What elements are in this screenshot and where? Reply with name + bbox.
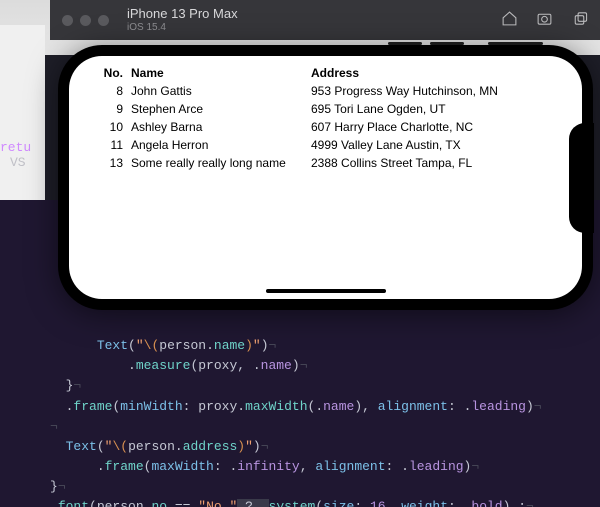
device-name: iPhone 13 Pro Max: [127, 7, 238, 21]
cell-no: 9: [93, 102, 131, 116]
home-indicator[interactable]: [266, 289, 386, 293]
cell-address: 607 Harry Place Charlotte, NC: [311, 120, 558, 134]
cell-address: 953 Progress Way Hutchinson, MN: [311, 84, 558, 98]
cell-no: 13: [93, 156, 131, 170]
home-icon[interactable]: [501, 10, 518, 30]
device-os: iOS 15.4: [127, 22, 238, 33]
cell-name: Ashley Barna: [131, 120, 311, 134]
cell-no: 10: [93, 120, 131, 134]
side-button: [488, 42, 543, 45]
simulator-titlebar: iPhone 13 Pro Max iOS 15.4: [50, 0, 600, 40]
minimize-dot[interactable]: [80, 15, 91, 26]
cell-address: 4999 Valley Lane Austin, TX: [311, 138, 558, 152]
external-icon[interactable]: [571, 10, 588, 30]
side-button: [388, 42, 422, 45]
data-table: No. Name Address 8 John Gattis 953 Progr…: [69, 56, 582, 180]
table-row: 9 Stephen Arce 695 Tori Lane Ogden, UT: [93, 100, 558, 118]
table-row: 13 Some really really long name 2388 Col…: [93, 154, 558, 172]
cell-name: Stephen Arce: [131, 102, 311, 116]
header-address: Address: [311, 66, 558, 80]
iphone-screen[interactable]: No. Name Address 8 John Gattis 953 Progr…: [69, 56, 582, 299]
table-header-row: No. Name Address: [93, 64, 558, 82]
table-row: 8 John Gattis 953 Progress Way Hutchinso…: [93, 82, 558, 100]
header-no: No.: [93, 66, 131, 80]
iphone-frame: No. Name Address 8 John Gattis 953 Progr…: [58, 45, 593, 310]
table-row: 11 Angela Herron 4999 Valley Lane Austin…: [93, 136, 558, 154]
cell-address: 695 Tori Lane Ogden, UT: [311, 102, 558, 116]
cell-name: Angela Herron: [131, 138, 311, 152]
cell-name: John Gattis: [131, 84, 311, 98]
cell-name: Some really really long name: [131, 156, 311, 170]
background-code-fragment: retuVS: [0, 140, 31, 170]
background-sidebar: [0, 25, 45, 205]
code-editor[interactable]: Text("\(person.name)")¬ .measure(proxy, …: [50, 316, 600, 507]
side-button: [430, 42, 464, 45]
cell-no: 11: [93, 138, 131, 152]
cell-address: 2388 Collins Street Tampa, FL: [311, 156, 558, 170]
table-row: 10 Ashley Barna 607 Harry Place Charlott…: [93, 118, 558, 136]
cell-no: 8: [93, 84, 131, 98]
close-dot[interactable]: [62, 15, 73, 26]
screenshot-icon[interactable]: [536, 10, 553, 30]
window-traffic-lights[interactable]: [62, 15, 109, 26]
iphone-notch: [569, 123, 594, 233]
header-name: Name: [131, 66, 311, 80]
simulator-title: iPhone 13 Pro Max iOS 15.4: [127, 7, 238, 32]
zoom-dot[interactable]: [98, 15, 109, 26]
